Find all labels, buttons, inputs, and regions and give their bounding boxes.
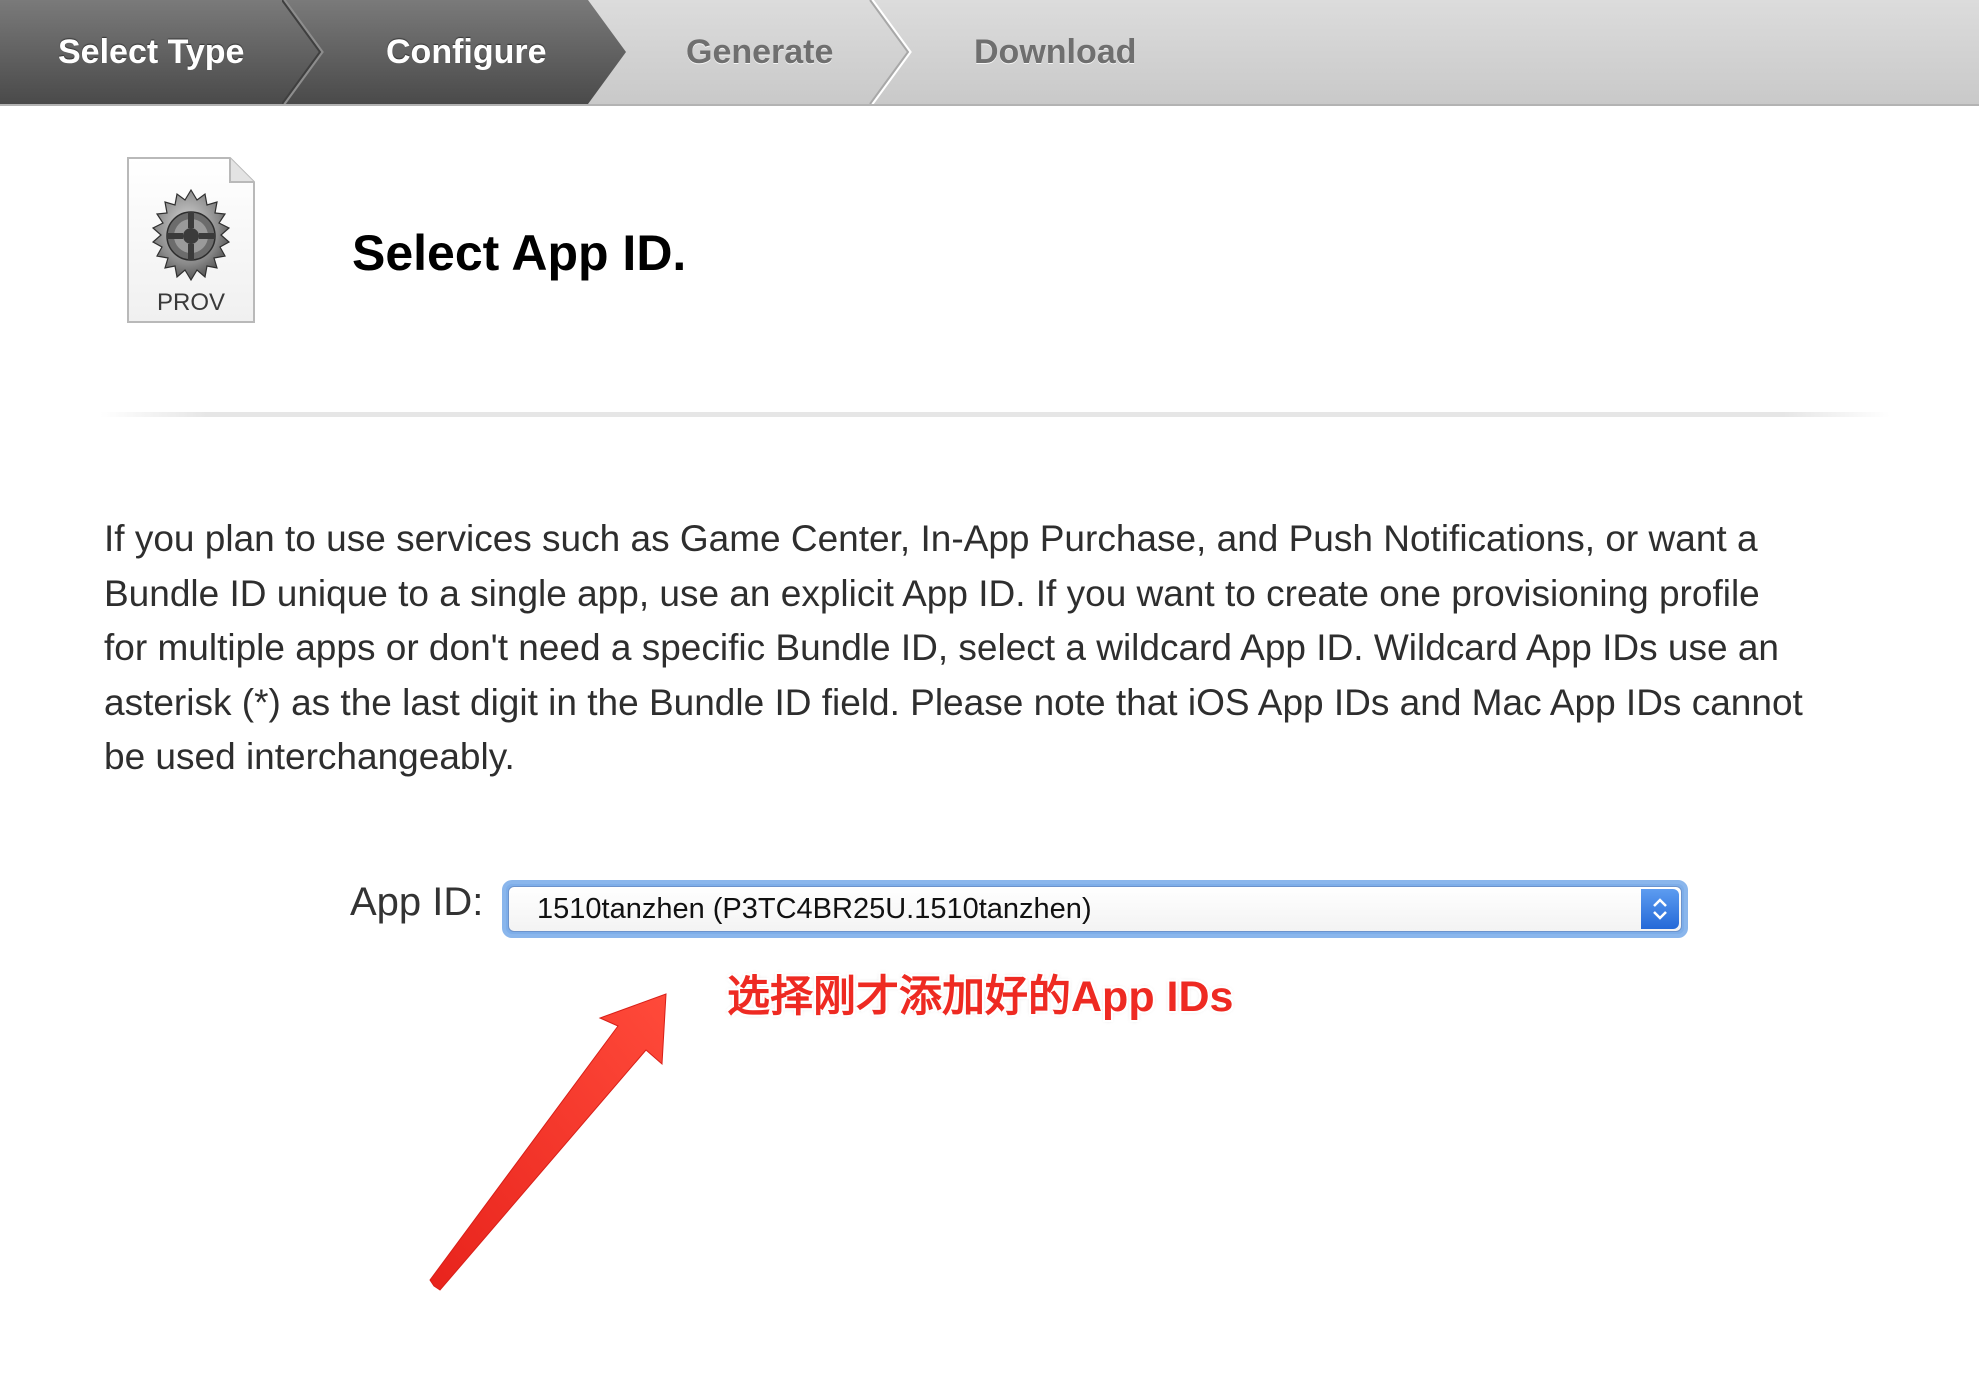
step-download: Download [974,33,1137,71]
app-id-selected-value: 1510tanzhen (P3TC4BR25U.1510tanzhen) [537,893,1092,925]
updown-chevron-icon [1653,898,1667,920]
step-configure[interactable]: Configure [386,0,547,104]
page: Select Type Configure Generate Download [0,0,1979,1379]
gear-document-icon: PROV [127,157,255,323]
app-id-select-field[interactable]: 1510tanzhen (P3TC4BR25U.1510tanzhen) [508,886,1682,932]
app-id-label: App ID: [350,880,484,924]
red-arrow-icon [429,993,667,1291]
description-text: If you plan to use services such as Game… [104,518,1803,777]
step-select-type[interactable]: Select Type [58,0,244,104]
prov-icon-label: PROV [157,289,225,316]
page-title: Select App ID. [352,225,687,281]
step-separator-chevron-icon [869,0,912,104]
app-id-select[interactable]: 1510tanzhen (P3TC4BR25U.1510tanzhen) [502,880,1688,938]
step-separator-chevron-icon [282,0,324,104]
divider [100,412,1890,417]
step-progress-bar: Select Type Configure Generate Download [0,0,1979,106]
step-generate: Generate [686,33,834,71]
annotation-text: 选择刚才添加好的App IDs [727,973,1234,1021]
select-dropdown-button[interactable] [1641,889,1679,929]
